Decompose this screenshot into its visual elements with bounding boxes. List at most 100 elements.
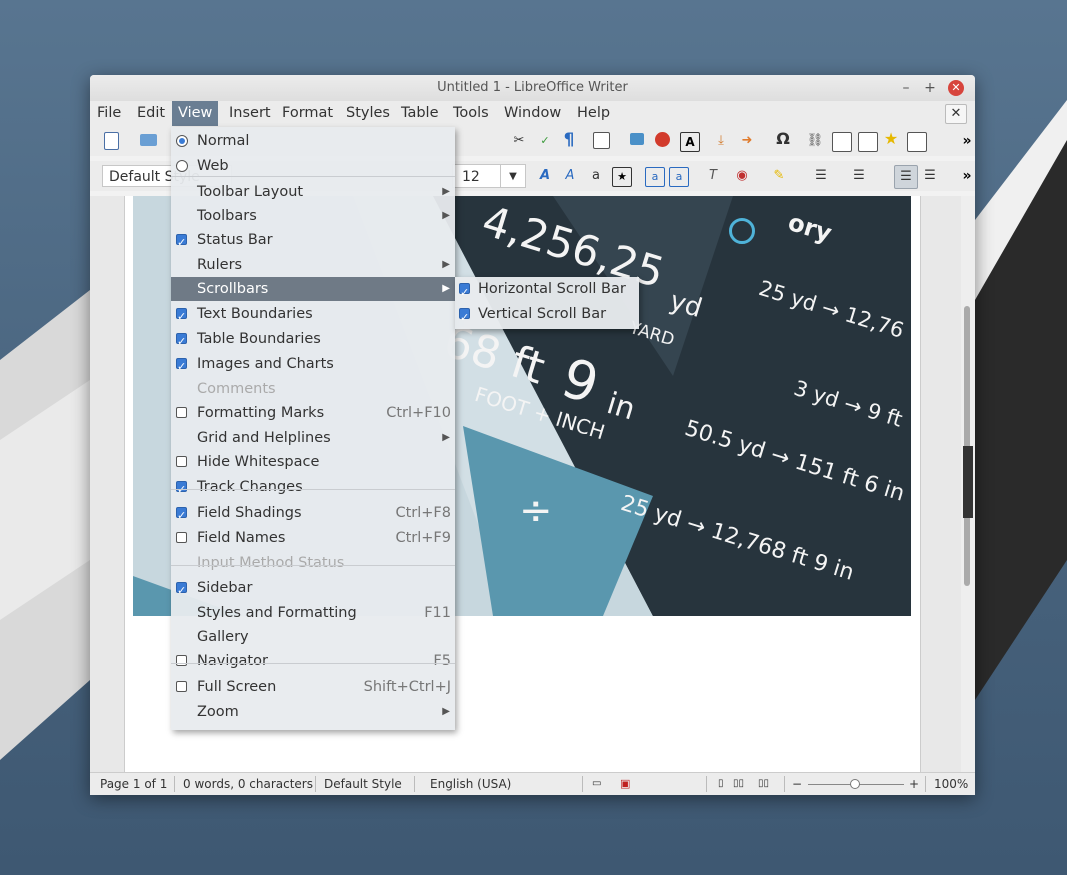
menu-tools[interactable]: Tools: [447, 101, 495, 126]
checkbox-unchecked-icon: [176, 532, 187, 543]
view-menu-item-sidebar[interactable]: Sidebar: [171, 576, 455, 603]
submenu-item-vertical-scroll-bar[interactable]: Vertical Scroll Bar: [455, 302, 639, 330]
special-character-icon[interactable]: Ω: [774, 130, 792, 148]
footnote-icon[interactable]: [832, 132, 852, 152]
menu-separator: [171, 663, 455, 664]
new-document-icon[interactable]: [104, 132, 119, 150]
single-page-view-icon[interactable]: ▯: [718, 773, 724, 795]
view-menu-item-table-boundaries[interactable]: Table Boundaries: [171, 327, 455, 354]
font-color-icon[interactable]: ◉: [733, 167, 751, 185]
minimize-button[interactable]: –: [898, 80, 914, 96]
maximize-button[interactable]: +: [922, 80, 938, 96]
zoom-slider-handle[interactable]: [850, 779, 860, 789]
page-style[interactable]: Default Style: [324, 773, 402, 795]
view-menu-item-navigator[interactable]: Navigator F5: [171, 649, 455, 673]
multi-page-view-icon[interactable]: ▯▯: [733, 773, 744, 795]
align-left-icon[interactable]: ☰: [894, 165, 918, 189]
align-center-icon[interactable]: ☰: [921, 167, 939, 185]
font-size-box[interactable]: 12 ▼: [452, 164, 526, 188]
close-window-button[interactable]: ✕: [948, 80, 964, 96]
view-menu-item-images-and-charts[interactable]: Images and Charts: [171, 352, 455, 379]
comment-icon[interactable]: [858, 132, 878, 152]
chevron-right-icon: ▶: [442, 706, 450, 717]
insert-mode-icon: ▭: [592, 778, 602, 789]
find-replace-icon[interactable]: ✂: [510, 132, 528, 150]
view-menu-item-web[interactable]: Web: [171, 154, 455, 178]
character-icon[interactable]: ★: [612, 167, 632, 187]
insert-field-icon[interactable]: ➜: [738, 132, 756, 150]
view-menu-item-rulers[interactable]: Rulers ▶: [171, 253, 455, 277]
page-break-icon[interactable]: ⤓: [712, 132, 730, 150]
view-menu-item-styles-and-formatting[interactable]: Styles and Formatting F11: [171, 601, 455, 625]
menu-help[interactable]: Help: [571, 101, 616, 126]
close-document-button[interactable]: ✕: [945, 104, 967, 124]
clear-formatting-icon[interactable]: T: [704, 167, 722, 185]
page-count[interactable]: Page 1 of 1: [100, 773, 167, 795]
highlight-icon[interactable]: ✎: [770, 167, 788, 185]
strikethrough-icon[interactable]: a: [587, 167, 605, 185]
view-menu-item-grid-and-helplines[interactable]: Grid and Helplines ▶: [171, 426, 455, 450]
insert-chart-icon[interactable]: [655, 132, 670, 147]
view-menu-item-text-boundaries[interactable]: Text Boundaries: [171, 302, 455, 329]
menu-insert[interactable]: Insert: [223, 101, 277, 126]
superscript-icon[interactable]: a: [645, 167, 665, 187]
view-menu-item-toolbars[interactable]: Toolbars ▶: [171, 204, 455, 228]
menu-item-label: Table Boundaries: [197, 331, 321, 347]
menu-edit[interactable]: Edit: [131, 101, 171, 126]
menu-table[interactable]: Table: [395, 101, 445, 126]
menu-item-label: Gallery: [197, 629, 249, 645]
insert-image-icon[interactable]: [630, 133, 644, 145]
view-menu-item-normal[interactable]: Normal: [171, 129, 455, 153]
view-menu-item-field-names[interactable]: Field Names Ctrl+F9: [171, 526, 455, 550]
chevron-right-icon: ▶: [442, 259, 450, 270]
view-menu-item-track-changes[interactable]: Track Changes: [171, 475, 455, 502]
zoom-level[interactable]: 100%: [934, 773, 968, 795]
shadow-font-icon[interactable]: A: [561, 167, 579, 185]
status-bar: Page 1 of 1 0 words, 0 characters Defaul…: [90, 772, 975, 795]
open-folder-icon[interactable]: [140, 134, 157, 146]
submenu-item-horizontal-scroll-bar[interactable]: Horizontal Scroll Bar: [455, 277, 639, 305]
zoom-out-icon[interactable]: −: [792, 773, 802, 795]
subscript-icon[interactable]: a: [669, 167, 689, 187]
formatting-marks-icon[interactable]: ¶: [560, 131, 578, 149]
menu-window[interactable]: Window: [498, 101, 567, 126]
hyperlink-icon[interactable]: ⛓: [806, 132, 824, 150]
book-view-icon[interactable]: ▯▯: [758, 773, 769, 795]
numbered-list-icon[interactable]: ☰: [850, 167, 868, 185]
toolbar-overflow-icon[interactable]: »: [958, 167, 975, 185]
view-menu-item-zoom[interactable]: Zoom ▶: [171, 700, 455, 724]
view-menu-item-scrollbars[interactable]: Scrollbars ▶: [171, 277, 455, 301]
chevron-down-icon[interactable]: ▼: [500, 165, 525, 187]
view-menu-item-hide-whitespace[interactable]: Hide Whitespace: [171, 450, 455, 474]
cross-reference-icon[interactable]: [907, 132, 927, 152]
zoom-in-icon[interactable]: +: [909, 773, 919, 795]
vertical-scrollbar[interactable]: [961, 196, 975, 772]
insert-table-icon[interactable]: [593, 132, 610, 149]
font-size-value: 12: [462, 169, 480, 185]
outline-font-icon[interactable]: A: [536, 167, 554, 185]
menu-styles[interactable]: Styles: [340, 101, 396, 126]
menu-file[interactable]: File: [91, 101, 127, 126]
view-menu-item-formatting-marks[interactable]: Formatting Marks Ctrl+F10: [171, 401, 455, 425]
radio-unselected-icon: [176, 160, 188, 172]
divider: [925, 776, 926, 792]
language[interactable]: English (USA): [430, 773, 511, 795]
bullet-list-icon[interactable]: ☰: [812, 167, 830, 185]
menu-format[interactable]: Format: [276, 101, 339, 126]
view-menu-item-full-screen[interactable]: Full Screen Shift+Ctrl+J: [171, 675, 455, 699]
word-count[interactable]: 0 words, 0 characters: [183, 773, 313, 795]
view-menu-item-field-shadings[interactable]: Field Shadings Ctrl+F8: [171, 501, 455, 528]
spelling-icon[interactable]: ✓: [536, 132, 554, 150]
checkbox-checked-icon: [176, 579, 187, 603]
view-menu-item-gallery[interactable]: Gallery: [171, 625, 455, 649]
menu-view[interactable]: View: [172, 101, 219, 126]
view-menu-item-toolbar-layout[interactable]: Toolbar Layout ▶: [171, 180, 455, 204]
toolbar-overflow-icon[interactable]: »: [958, 132, 975, 150]
document-modified-icon[interactable]: ▣: [620, 773, 630, 795]
sidebar-handle[interactable]: [963, 446, 973, 518]
menu-separator: [171, 176, 455, 177]
text-box-icon[interactable]: A: [680, 132, 700, 152]
bookmark-icon[interactable]: ★: [882, 130, 900, 148]
menu-item-label: Navigator: [197, 653, 268, 669]
view-menu-item-status-bar[interactable]: Status Bar: [171, 228, 455, 255]
